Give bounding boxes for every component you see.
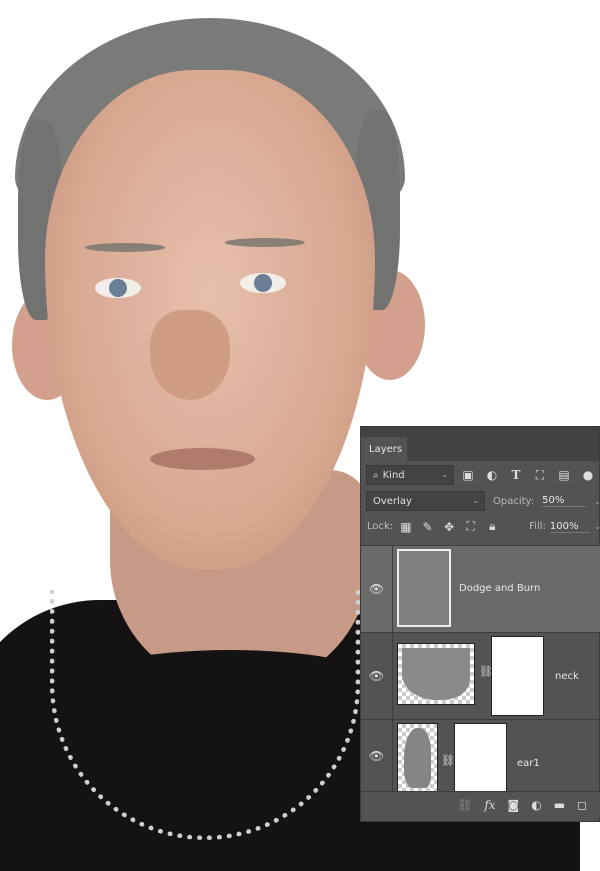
add-mask-icon[interactable]: ◙ (508, 798, 520, 812)
blend-mode-select[interactable]: Overlay ⌄ (366, 491, 485, 511)
new-group-icon[interactable]: ▬ (554, 798, 565, 812)
filter-toggle-icon[interactable]: ● (578, 468, 598, 482)
shape-filter-icon[interactable]: ⛶ (530, 468, 550, 483)
filter-kind-value: Kind (382, 469, 405, 481)
type-filter-icon[interactable]: T (506, 468, 526, 482)
left-eye (95, 278, 141, 298)
fill-chevron-icon[interactable]: ⌄ (594, 522, 600, 531)
layer-thumbnail (397, 643, 475, 705)
eye-visibility-icon[interactable]: 👁︎ (361, 546, 393, 632)
lock-artboard-icon[interactable]: ⛶ (462, 519, 480, 534)
nose (150, 310, 230, 400)
layer-row-dodge-and-burn[interactable]: 👁︎ Dodge and Burn (361, 545, 600, 632)
lock-all-icon[interactable]: 🔒︎ (484, 519, 502, 534)
adjustment-filter-icon[interactable]: ◐ (482, 468, 502, 482)
adjustment-layer-icon[interactable]: ◐ (531, 798, 541, 812)
chevron-down-icon: ⌄ (472, 496, 479, 505)
search-icon: ⌕ (373, 469, 379, 481)
layer-thumbnail (397, 723, 438, 792)
lock-image-pixels-icon[interactable]: ✎ (419, 520, 437, 534)
layer-row-ear1[interactable]: 👁︎ ⛓ ear1 (361, 719, 600, 792)
layers-panel: Layers ⌕ Kind ⌄ ▣ ◐ T ⛶ ▤ ● Overlay ⌄ Op… (360, 426, 600, 822)
layer-name[interactable]: Dodge and Burn (459, 583, 540, 594)
smart-object-filter-icon[interactable]: ▤ (554, 468, 574, 482)
eye-visibility-icon[interactable]: 👁︎ (361, 720, 393, 791)
new-layer-icon[interactable]: ◻ (577, 798, 587, 812)
right-eye (240, 273, 286, 293)
eye-visibility-icon[interactable]: 👁︎ (361, 633, 393, 719)
right-eyebrow (225, 238, 305, 247)
left-eyebrow (85, 243, 165, 252)
blend-mode-value: Overlay (373, 495, 412, 507)
fill-input[interactable]: 100% (549, 521, 591, 533)
fx-icon[interactable]: fx (484, 798, 495, 812)
panel-bottom-toolbar: ⛓ fx ◙ ◐ ▬ ◻ (361, 791, 600, 817)
image-filter-icon[interactable]: ▣ (458, 468, 478, 482)
layer-thumbnail (397, 549, 451, 627)
layer-name[interactable]: neck (555, 671, 579, 682)
panel-tab-bar: Layers (361, 427, 599, 461)
filter-kind-select[interactable]: ⌕ Kind ⌄ (366, 465, 454, 485)
layer-mask-thumbnail[interactable] (491, 636, 544, 716)
opacity-input[interactable]: 50% (542, 495, 587, 507)
lock-transparent-pixels-icon[interactable]: ▦ (397, 520, 415, 534)
opacity-chevron-icon[interactable]: ⌄ (594, 497, 600, 506)
layer-mask-thumbnail[interactable] (454, 723, 507, 792)
mouth (150, 448, 255, 470)
chevron-down-icon: ⌄ (441, 470, 448, 479)
tab-layers[interactable]: Layers (361, 437, 407, 461)
mask-link-icon[interactable]: ⛓ (441, 754, 455, 767)
link-layers-icon[interactable]: ⛓ (457, 798, 472, 812)
lock-position-icon[interactable]: ✥ (440, 520, 458, 534)
layer-name[interactable]: ear1 (517, 758, 540, 769)
opacity-label: Opacity: (492, 495, 535, 507)
layer-row-neck[interactable]: 👁︎ ⛓ neck (361, 632, 600, 719)
lock-label: Lock: (367, 521, 394, 532)
fill-label: Fill: (529, 521, 546, 532)
